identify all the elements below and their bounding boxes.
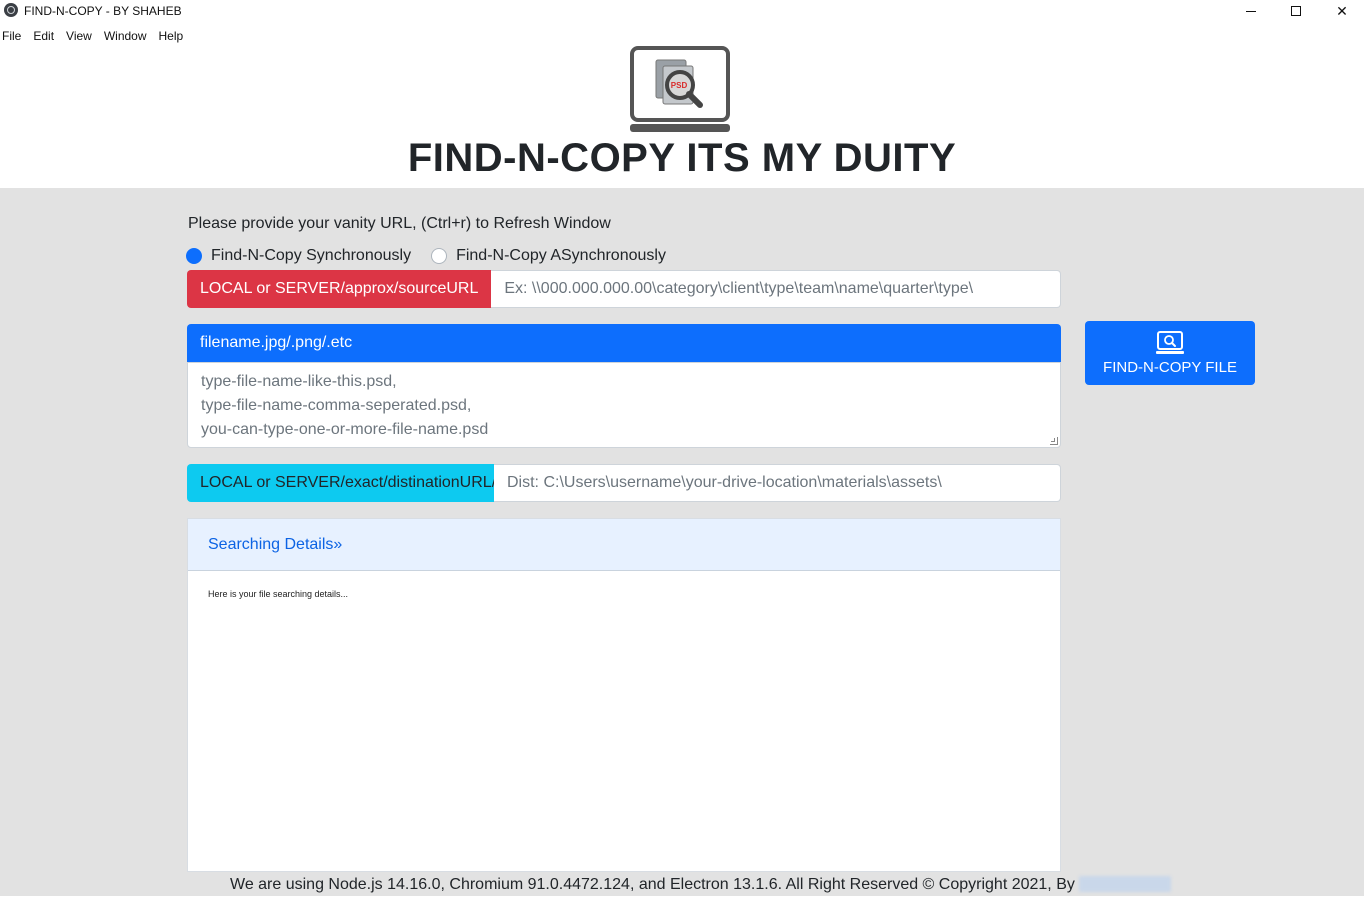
- destination-url-group: LOCAL or SERVER/exact/distinationURL/ Di…: [187, 464, 1061, 502]
- author-link[interactable]: [1079, 876, 1172, 892]
- destination-url-label: LOCAL or SERVER/exact/distinationURL/: [187, 464, 496, 502]
- main-panel: Please provide your vanity URL, (Ctrl+r)…: [0, 188, 1364, 896]
- filename-placeholder-line: type-file-name-comma-seperated.psd,: [201, 397, 472, 414]
- close-button[interactable]: ✕: [1319, 0, 1364, 22]
- maximize-icon: [1291, 6, 1301, 16]
- title-bar: FIND-N-COPY - BY SHAHEB ✕: [0, 0, 1364, 22]
- laptop-search-logo-icon: PSD: [630, 46, 730, 132]
- minimize-icon: [1246, 10, 1256, 12]
- searching-details-toggle[interactable]: Searching Details»: [188, 519, 1060, 571]
- close-icon: ✕: [1336, 2, 1348, 19]
- window-bottom-edge: [0, 896, 1364, 913]
- destination-url-input[interactable]: Dist: C:\Users\username\your-drive-locat…: [494, 464, 1061, 502]
- source-url-label: LOCAL or SERVER/approx/sourceURL: [187, 270, 492, 308]
- svg-text:PSD: PSD: [671, 81, 688, 90]
- mode-radio-group: Find-N-Copy Synchronously Find-N-Copy AS…: [186, 247, 666, 265]
- menu-window[interactable]: Window: [102, 26, 155, 46]
- footer: We are using Node.js 14.16.0, Chromium 9…: [0, 876, 1364, 896]
- filename-label: filename.jpg/.png/.etc: [187, 324, 1061, 362]
- resize-handle-icon[interactable]: [1050, 437, 1058, 445]
- window-title: FIND-N-COPY - BY SHAHEB: [24, 4, 182, 18]
- menu-edit[interactable]: Edit: [31, 26, 62, 46]
- source-url-input[interactable]: Ex: \\000.000.000.00\category\client\typ…: [491, 270, 1061, 308]
- radio-async-label[interactable]: Find-N-Copy ASynchronously: [456, 247, 666, 265]
- filename-textarea[interactable]: type-file-name-like-this.psd, type-file-…: [187, 362, 1061, 448]
- menu-view[interactable]: View: [64, 26, 100, 46]
- page-title: FIND-N-COPY ITS MY DUITY: [407, 136, 957, 180]
- filename-placeholder-line: you-can-type-one-or-more-file-name.psd: [201, 421, 489, 438]
- instruction-text: Please provide your vanity URL, (Ctrl+r)…: [188, 215, 611, 232]
- electron-app-icon: [4, 3, 18, 17]
- maximize-button[interactable]: [1273, 0, 1319, 22]
- source-url-group: LOCAL or SERVER/approx/sourceURL Ex: \\0…: [187, 270, 1061, 308]
- minimize-button[interactable]: [1228, 0, 1274, 22]
- menu-bar: File Edit View Window Help: [0, 26, 193, 46]
- menu-file[interactable]: File: [0, 26, 29, 46]
- header: PSD FIND-N-COPY ITS MY DUITY: [0, 44, 1364, 188]
- footer-text: We are using Node.js 14.16.0, Chromium 9…: [230, 876, 1075, 893]
- searching-details-log: Here is your file searching details...: [208, 589, 349, 599]
- find-n-copy-button-label: FIND-N-COPY FILE: [1103, 358, 1237, 376]
- radio-async[interactable]: [431, 248, 448, 264]
- menu-help[interactable]: Help: [157, 26, 192, 46]
- searching-details-panel: Searching Details» Here is your file sea…: [187, 518, 1061, 872]
- filename-placeholder-line: type-file-name-like-this.psd,: [201, 373, 397, 390]
- radio-sync-label[interactable]: Find-N-Copy Synchronously: [211, 247, 411, 265]
- radio-sync[interactable]: [186, 248, 202, 264]
- laptop-search-icon: [1156, 330, 1184, 354]
- find-n-copy-button[interactable]: FIND-N-COPY FILE: [1085, 321, 1255, 385]
